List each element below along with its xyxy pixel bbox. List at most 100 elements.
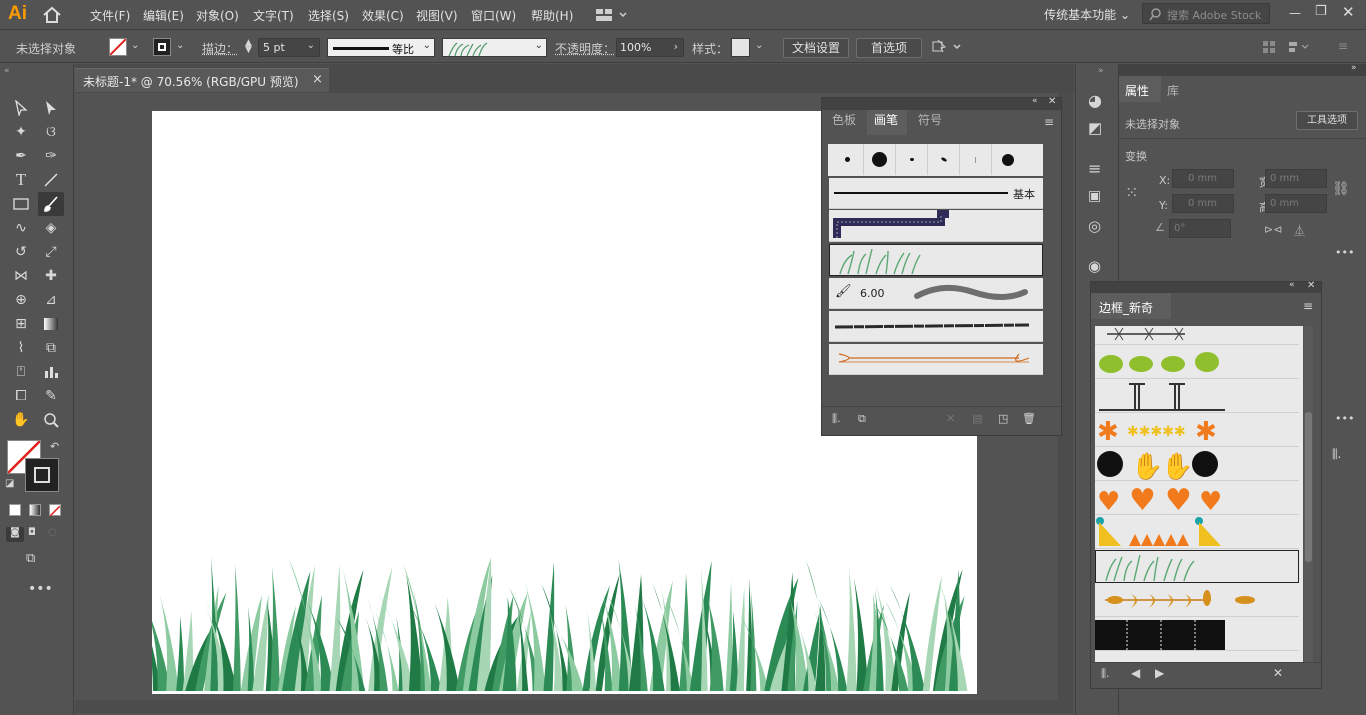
collapse-icon[interactable]: « [4, 66, 10, 76]
gradient-panel-icon[interactable]: ▣ [1088, 188, 1101, 204]
y-field[interactable]: 0 mm [1172, 194, 1234, 213]
magic-wand-icon[interactable]: ✦ [10, 121, 32, 143]
library-brush-row[interactable] [1095, 380, 1299, 413]
pen-tool-icon[interactable]: ✒ [10, 145, 32, 167]
brush-swatch[interactable] [864, 144, 896, 175]
close-window-button[interactable]: ✕ [1342, 3, 1355, 21]
select-similar-icon[interactable] [932, 39, 962, 55]
menu-edit[interactable]: 编辑(E) [143, 7, 184, 24]
decorative-brush-row[interactable] [829, 344, 1043, 375]
document-setup-button[interactable]: 文档设置 [783, 38, 849, 58]
bristle-brush-row[interactable]: 🖌 6.00 [829, 278, 1043, 309]
options-icon[interactable]: ▤ [972, 412, 982, 425]
library-title[interactable]: 边框_新奇 [1099, 299, 1153, 316]
slice-tool-icon[interactable]: ✎ [40, 385, 62, 407]
home-icon[interactable] [42, 6, 62, 24]
previous-library-icon[interactable]: ◀ [1131, 666, 1140, 680]
graphic-style-swatch[interactable] [731, 38, 750, 57]
collapse-icon[interactable]: » [1351, 63, 1357, 73]
basic-brush-row[interactable]: 基本 [829, 178, 1043, 209]
arrange-documents-icon[interactable] [596, 8, 628, 22]
remove-brush-icon[interactable]: ✕ [1273, 666, 1283, 680]
delete-icon[interactable]: 🗑 [1022, 412, 1036, 425]
stroke-swatch[interactable] [153, 38, 171, 56]
tab-symbols[interactable]: 符号 [918, 111, 942, 128]
blend-tool-icon[interactable]: ⧉ [40, 337, 62, 359]
libraries-panel-icon[interactable]: ⧉ [858, 412, 866, 426]
paintbrush-tool-icon[interactable] [38, 192, 64, 216]
draw-behind-icon[interactable]: ◘ [28, 527, 36, 538]
stroke-stepper-icon[interactable]: ▲ ▼ [245, 39, 252, 55]
default-colors-icon[interactable]: ◪ [5, 478, 14, 489]
gradient-mode-icon[interactable] [29, 504, 41, 516]
transparency-panel-icon[interactable]: ◎ [1088, 217, 1101, 235]
brush-swatch[interactable] [992, 144, 1024, 175]
more-options-icon[interactable]: ••• [1335, 246, 1354, 259]
opacity-label[interactable]: 不透明度： [555, 40, 615, 57]
symbol-sprayer-icon[interactable]: ⍞ [10, 361, 32, 383]
restore-button[interactable]: ❐ [1315, 4, 1327, 19]
reference-point-icon[interactable]: ⁙ [1125, 183, 1138, 202]
new-brush-icon[interactable]: ◳ [998, 412, 1008, 425]
library-brush-row[interactable]: ♥ ♥ ♥ ♥ [1095, 482, 1299, 518]
horizontal-scrollbar[interactable] [75, 700, 1058, 713]
library-brush-row[interactable] [1095, 584, 1299, 617]
constrain-proportions-icon[interactable]: ⛓ [1332, 181, 1350, 197]
curvature-tool-icon[interactable]: ✑ [40, 145, 62, 167]
shaper-tool-icon[interactable]: ∿ [10, 217, 32, 239]
collapse-icon[interactable]: « [1032, 96, 1038, 106]
draw-inside-icon[interactable]: ◌ [48, 527, 57, 538]
tab-swatches[interactable]: 色板 [832, 111, 856, 128]
more-options-icon[interactable]: ••• [1335, 412, 1354, 425]
menu-effect[interactable]: 效果(C) [362, 7, 404, 24]
library-brush-row[interactable] [1095, 652, 1299, 662]
library-brush-row[interactable]: ✱ ✱✱✱✱✱ ✱ [1095, 414, 1299, 447]
perspective-grid-icon[interactable]: ⊿ [40, 289, 62, 311]
menu-object[interactable]: 对象(O) [196, 7, 239, 24]
brush-swatch[interactable] [928, 144, 960, 175]
rectangle-tool-icon[interactable] [10, 193, 32, 215]
more-tools-icon[interactable]: ••• [28, 581, 53, 597]
color-guide-icon[interactable]: ◩ [1088, 119, 1102, 137]
brush-definition[interactable]: ⌄ [442, 38, 547, 57]
library-brush-row[interactable]: ✋ ✋ [1095, 448, 1299, 482]
fill-swatch[interactable] [109, 38, 127, 56]
puppet-warp-icon[interactable]: ✚ [40, 265, 62, 287]
library-brush-row[interactable] [1095, 618, 1299, 651]
brush-swatch[interactable] [896, 144, 928, 175]
stroke-weight-field[interactable]: 5 pt ⌄ [258, 38, 320, 57]
library-brush-row[interactable] [1095, 346, 1299, 379]
close-icon[interactable]: ✕ [1307, 280, 1315, 291]
close-tab-button[interactable]: × [312, 72, 323, 87]
library-scrollbar[interactable] [1304, 326, 1313, 662]
draw-normal-icon[interactable]: ◙ [6, 527, 24, 542]
flip-vertical-icon[interactable]: ⏅ [1294, 222, 1305, 238]
close-icon[interactable]: ✕ [1048, 96, 1056, 107]
hand-tool-icon[interactable]: ✋ [10, 409, 32, 431]
library-brush-row[interactable] [1095, 326, 1299, 345]
menu-file[interactable]: 文件(F) [90, 7, 130, 24]
search-input[interactable]: 搜索 Adobe Stock [1142, 3, 1270, 24]
brush-library-icon[interactable]: ⫼. [832, 412, 841, 426]
rotate-field[interactable]: 0° [1169, 219, 1231, 238]
panel-grip[interactable]: » [1119, 63, 1366, 76]
next-library-icon[interactable]: ▶ [1155, 666, 1164, 680]
mesh-tool-icon[interactable]: ⊞ [10, 313, 32, 335]
pattern-brush-row[interactable] [829, 210, 1043, 242]
x-field[interactable]: 0 mm [1172, 169, 1234, 188]
library-brush-row[interactable] [1095, 516, 1299, 549]
tab-brushes[interactable]: 画笔 [874, 111, 898, 128]
align-icon[interactable] [1262, 40, 1276, 54]
screen-mode-icon[interactable]: ⧉ [26, 551, 35, 566]
chevron-down-icon[interactable]: ⌄ [176, 40, 184, 51]
artboard-tool-icon[interactable]: ⧠ [10, 385, 32, 407]
color-panel-icon[interactable]: ◕ [1088, 91, 1102, 110]
menu-lines-icon[interactable]: ≡ [1338, 39, 1348, 53]
tool-options-button[interactable]: 工具选项 [1296, 111, 1358, 130]
flip-horizontal-icon[interactable]: ⊳⊲ [1264, 223, 1282, 236]
graph-tool-icon[interactable] [40, 361, 62, 383]
zoom-tool-icon[interactable] [40, 409, 62, 431]
width-field[interactable]: 0 mm [1265, 169, 1327, 188]
swap-colors-icon[interactable]: ↶ [50, 440, 59, 453]
appearance-panel-icon[interactable]: ◉ [1088, 257, 1101, 275]
